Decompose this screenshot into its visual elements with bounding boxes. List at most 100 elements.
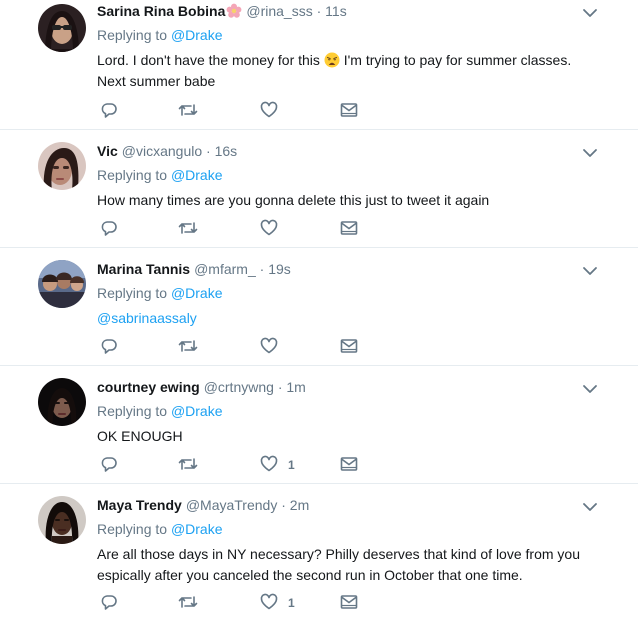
heart-icon — [260, 219, 278, 237]
reply-icon — [100, 219, 118, 237]
display-name[interactable]: Maya Trendy — [97, 497, 182, 513]
tweet[interactable]: courtney ewing @crtnywng · 1m Replying to… — [0, 366, 638, 484]
retweet-button[interactable] — [178, 337, 198, 357]
tweet-actions: 1 — [100, 593, 400, 613]
retweet-button[interactable] — [178, 219, 198, 239]
envelope-icon — [340, 455, 358, 473]
tweet-actions — [100, 101, 400, 121]
heart-icon — [260, 455, 278, 473]
direct-message-button[interactable] — [340, 219, 358, 239]
chevron-down-icon[interactable] — [582, 500, 598, 512]
separator: · — [277, 379, 283, 395]
reply-icon — [100, 593, 118, 611]
tweet[interactable]: Sarina Rina Bobina @rina_sss · 11s Replyi… — [0, 0, 638, 130]
separator: · — [206, 143, 211, 159]
reply-mention-link[interactable]: @Drake — [171, 285, 223, 301]
retweet-icon — [178, 593, 198, 611]
timestamp[interactable]: 11s — [325, 3, 347, 19]
avatar[interactable] — [38, 496, 86, 544]
display-name[interactable]: Vic — [97, 143, 118, 159]
tweet[interactable]: Marina Tannis @mfarm_ · 19s Replying to @… — [0, 248, 638, 366]
username[interactable]: @vicxangulo — [122, 143, 202, 159]
heart-icon — [260, 337, 278, 355]
replying-to-label: Replying to — [97, 403, 168, 419]
reply-mention-link[interactable]: @Drake — [171, 521, 223, 537]
replying-to: Replying to @Drake — [97, 284, 223, 302]
reply-icon — [100, 455, 118, 473]
like-button[interactable]: 1 — [260, 593, 295, 613]
reply-feed: Sarina Rina Bobina @rina_sss · 11s Replyi… — [0, 0, 638, 630]
like-button[interactable]: 1 — [260, 455, 295, 475]
timestamp[interactable]: 19s — [268, 261, 291, 277]
display-name[interactable]: Marina Tannis — [97, 261, 190, 277]
reply-button[interactable] — [100, 593, 118, 613]
tweet-header: Vic @vicxangulo · 16s — [97, 142, 237, 160]
tweet-text: @sabrinaassaly — [97, 308, 587, 329]
like-button[interactable] — [260, 101, 278, 121]
direct-message-button[interactable] — [340, 101, 358, 121]
retweet-button[interactable] — [178, 455, 198, 475]
display-name[interactable]: courtney ewing — [97, 379, 200, 395]
reply-button[interactable] — [100, 455, 118, 475]
direct-message-button[interactable] — [340, 593, 358, 613]
retweet-button[interactable] — [178, 593, 198, 613]
tweet-text: Lord. I don't have the money for this I'… — [97, 50, 587, 92]
avatar[interactable] — [38, 378, 86, 426]
replying-to-label: Replying to — [97, 167, 168, 183]
avatar[interactable] — [38, 142, 86, 190]
reply-button[interactable] — [100, 337, 118, 357]
tweet-actions — [100, 219, 400, 239]
tweet-text-part: Lord. I don't have the money for this — [97, 52, 324, 68]
retweet-icon — [178, 455, 198, 473]
direct-message-button[interactable] — [340, 455, 358, 475]
like-button[interactable] — [260, 219, 278, 239]
separator: · — [281, 497, 286, 513]
reply-icon — [100, 337, 118, 355]
tweet[interactable]: Vic @vicxangulo · 16s Replying to @Drake … — [0, 130, 638, 248]
timestamp[interactable]: 1m — [286, 379, 305, 395]
like-count: 1 — [288, 458, 295, 472]
like-button[interactable] — [260, 337, 278, 357]
retweet-icon — [178, 219, 198, 237]
timestamp[interactable]: 16s — [215, 143, 238, 159]
chevron-down-icon[interactable] — [582, 382, 598, 394]
replying-to: Replying to @Drake — [97, 166, 223, 184]
separator: · — [259, 261, 265, 277]
replying-to-label: Replying to — [97, 521, 168, 537]
heart-icon — [260, 101, 278, 119]
mention-link[interactable]: @sabrinaassaly — [97, 310, 197, 326]
chevron-down-icon[interactable] — [582, 264, 598, 276]
reply-button[interactable] — [100, 219, 118, 239]
timestamp[interactable]: 2m — [290, 497, 309, 513]
chevron-down-icon[interactable] — [582, 146, 598, 158]
username[interactable]: @mfarm_ — [194, 261, 256, 277]
flower-icon — [226, 3, 242, 19]
replying-to-label: Replying to — [97, 285, 168, 301]
username[interactable]: @crtnywng — [204, 379, 274, 395]
replying-to: Replying to @Drake — [97, 402, 223, 420]
weary-face-icon — [324, 52, 340, 68]
separator: · — [316, 3, 322, 19]
reply-icon — [100, 101, 118, 119]
chevron-down-icon[interactable] — [582, 6, 598, 18]
reply-button[interactable] — [100, 101, 118, 121]
avatar[interactable] — [38, 260, 86, 308]
avatar[interactable] — [38, 4, 86, 52]
envelope-icon — [340, 593, 358, 611]
direct-message-button[interactable] — [340, 337, 358, 357]
reply-mention-link[interactable]: @Drake — [171, 167, 223, 183]
tweet[interactable]: Maya Trendy @MayaTrendy · 2m Replying to … — [0, 484, 638, 630]
tweet-header: Maya Trendy @MayaTrendy · 2m — [97, 496, 309, 514]
envelope-icon — [340, 337, 358, 355]
tweet-actions — [100, 337, 400, 357]
tweet-text: OK ENOUGH — [97, 428, 183, 444]
display-name[interactable]: Sarina Rina Bobina — [97, 3, 225, 19]
tweet-header: Marina Tannis @mfarm_ · 19s — [97, 260, 291, 278]
reply-mention-link[interactable]: @Drake — [171, 27, 223, 43]
tweet-actions: 1 — [100, 455, 400, 475]
tweet-text: Are all those days in NY necessary? Phil… — [97, 546, 580, 583]
username[interactable]: @MayaTrendy — [186, 497, 278, 513]
retweet-button[interactable] — [178, 101, 198, 121]
reply-mention-link[interactable]: @Drake — [171, 403, 223, 419]
username[interactable]: @rina_sss — [246, 3, 312, 19]
